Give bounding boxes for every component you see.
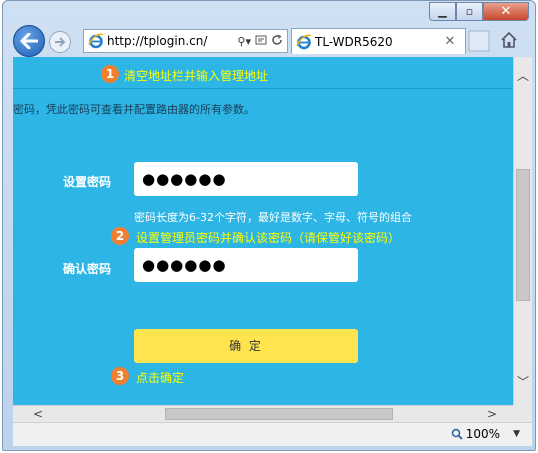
back-arrow-icon <box>20 33 38 49</box>
ie-logo-icon <box>88 33 104 49</box>
close-button[interactable]: ✕ <box>483 2 529 21</box>
scroll-up-icon[interactable]: ︿ <box>516 69 530 83</box>
status-bar: 100% ▼ <box>13 422 532 446</box>
vertical-scroll-thumb[interactable] <box>516 169 530 301</box>
annotation-text-3: 点击确定 <box>136 371 185 385</box>
minimize-button[interactable]: ▁ <box>429 2 456 21</box>
annotation-text-2: 设置管理员密码并确认该密码（请保管好该密码） <box>136 231 401 245</box>
zoom-control[interactable]: 100% <box>451 427 500 441</box>
set-password-input[interactable]: ●●●●●● <box>134 162 358 196</box>
vertical-scrollbar[interactable]: ︿ ﹀ <box>513 57 532 407</box>
refresh-icon[interactable] <box>271 33 283 49</box>
zoom-level: 100% <box>465 427 500 441</box>
confirm-password-input[interactable]: ●●●●●● <box>134 248 358 282</box>
ie-logo-icon <box>296 34 312 50</box>
horizontal-scroll-thumb[interactable] <box>165 408 393 420</box>
tab-title: TL-WDR5620 <box>315 34 393 49</box>
forward-button[interactable] <box>49 31 71 53</box>
page-viewport: 1 清空地址栏并输入管理地址 密码，凭此密码可查看并配置路由器的所有参数。 设置… <box>13 57 513 407</box>
zoom-dropdown-icon[interactable]: ▼ <box>513 429 520 439</box>
address-url[interactable]: http://tplogin.cn/ <box>107 34 237 48</box>
compat-view-icon[interactable] <box>255 34 267 49</box>
header-divider <box>13 88 513 89</box>
scroll-right-icon[interactable]: > <box>485 406 499 422</box>
address-tools: ⚲▾ <box>237 33 287 49</box>
password-hint: 密码长度为6-32个字符，最好是数字、字母、符号的组合 <box>134 211 412 224</box>
forward-arrow-icon <box>55 37 66 47</box>
horizontal-scrollbar[interactable]: < > <box>13 405 513 422</box>
search-icon[interactable]: ⚲▾ <box>237 35 251 48</box>
browser-window: ▁ ▫ ✕ http://tplogin.cn/ ⚲▾ TL-WDR5620 ✕… <box>2 0 536 451</box>
intro-text: 密码，凭此密码可查看并配置路由器的所有参数。 <box>13 103 255 116</box>
set-password-label: 设置密码 <box>63 175 112 189</box>
annotation-number-1: 1 <box>101 65 119 83</box>
scrollbar-corner <box>513 405 532 422</box>
new-tab-button[interactable] <box>468 30 490 52</box>
scroll-down-icon[interactable]: ﹀ <box>516 375 530 389</box>
scroll-left-icon[interactable]: < <box>31 406 45 422</box>
annotation-text-1: 清空地址栏并输入管理地址 <box>124 69 269 83</box>
address-bar[interactable]: http://tplogin.cn/ ⚲▾ <box>83 29 288 53</box>
back-button[interactable] <box>13 25 45 57</box>
confirm-button[interactable]: 确 定 <box>134 329 358 363</box>
annotation-number-3: 3 <box>111 367 129 385</box>
tab-close-icon[interactable]: ✕ <box>443 34 457 49</box>
window-controls: ▁ ▫ ✕ <box>429 2 529 21</box>
maximize-button[interactable]: ▫ <box>456 2 483 21</box>
tab-router-admin[interactable]: TL-WDR5620 ✕ <box>291 28 466 54</box>
annotation-number-2: 2 <box>111 227 129 245</box>
confirm-password-label: 确认密码 <box>63 262 112 276</box>
home-icon[interactable] <box>500 31 518 49</box>
zoom-icon <box>451 428 463 440</box>
